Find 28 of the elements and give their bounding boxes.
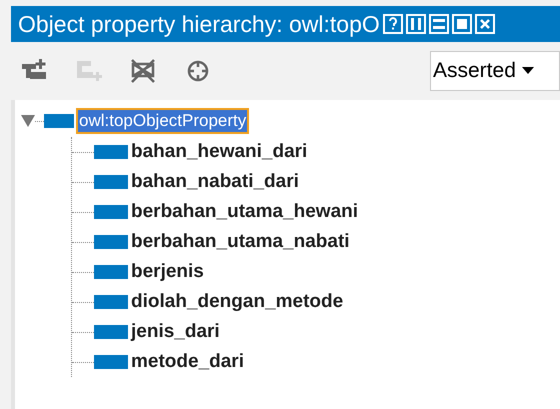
property-icon bbox=[94, 265, 128, 279]
tree-item[interactable]: diolah_dengan_metode bbox=[131, 288, 344, 316]
maximize-icon[interactable] bbox=[452, 14, 472, 34]
tree-item[interactable]: jenis_dari bbox=[131, 318, 220, 346]
property-icon bbox=[94, 145, 128, 159]
split-horizontal-icon[interactable] bbox=[428, 14, 449, 34]
expand-arrow-icon[interactable] bbox=[21, 114, 35, 128]
tree-item[interactable]: bahan_nabati_dari bbox=[131, 168, 299, 196]
tree-item[interactable]: bahan_hewani_dari bbox=[131, 138, 308, 166]
help-icon[interactable] bbox=[382, 14, 403, 34]
window-title: Object property hierarchy: owl:topO bbox=[18, 12, 380, 36]
property-icon bbox=[94, 325, 128, 339]
split-vertical-icon[interactable] bbox=[406, 14, 426, 34]
tree-item[interactable]: owl:topObjectProperty bbox=[76, 108, 250, 134]
tree-item[interactable]: berbahan_utama_nabati bbox=[131, 228, 350, 256]
tree-item[interactable]: berbahan_utama_hewani bbox=[131, 198, 358, 226]
property-icon bbox=[44, 114, 74, 128]
property-icon bbox=[94, 295, 128, 309]
tree-item[interactable]: berjenis bbox=[131, 258, 204, 286]
close-icon[interactable] bbox=[474, 14, 495, 34]
property-icon bbox=[94, 235, 128, 249]
caret-icon bbox=[522, 67, 534, 75]
tree-item[interactable]: metode_dari bbox=[131, 348, 244, 376]
property-icon bbox=[94, 175, 128, 189]
delete-icon[interactable] bbox=[130, 58, 158, 84]
property-icon bbox=[94, 355, 128, 369]
view-dropdown[interactable]: Asserted bbox=[430, 51, 560, 91]
property-icon bbox=[94, 205, 128, 219]
